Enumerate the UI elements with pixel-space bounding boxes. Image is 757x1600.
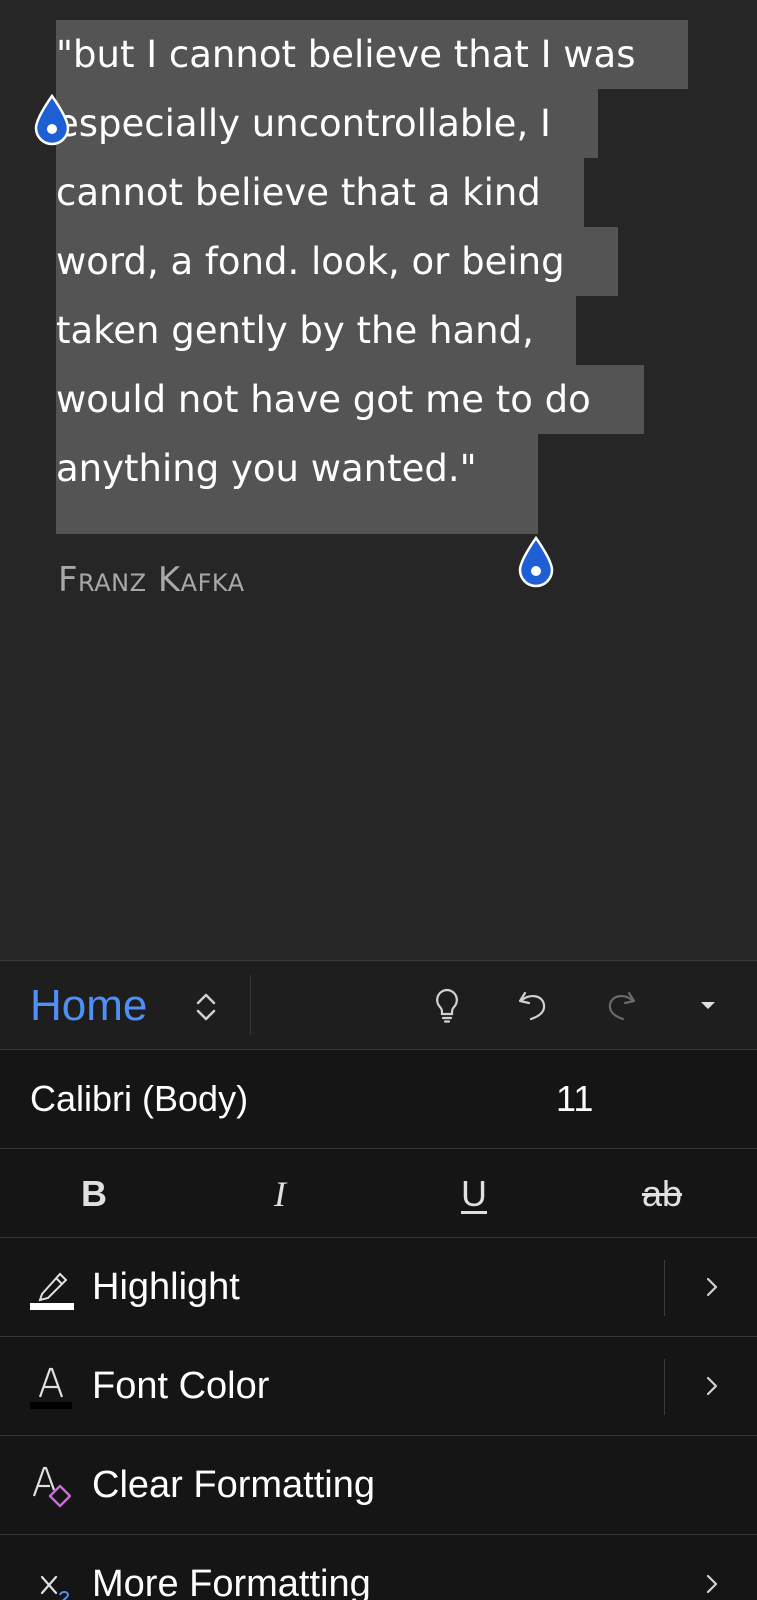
more-formatting-label: More Formatting [92, 1563, 371, 1600]
redo-icon[interactable] [599, 983, 643, 1027]
more-formatting-menu-item[interactable]: More Formatting [0, 1535, 757, 1600]
tab-switcher-chevron-icon[interactable] [188, 987, 224, 1027]
subscript-icon [40, 1575, 70, 1600]
quote-line[interactable]: "but I cannot believe that I was [56, 20, 636, 89]
strikethrough-button[interactable]: ab [632, 1169, 692, 1219]
ribbon-header: Home [0, 960, 757, 1050]
text-style-row: B I U ab [0, 1149, 757, 1238]
header-divider [250, 975, 251, 1035]
quote-line[interactable]: would not have got me to do [56, 365, 591, 434]
chevron-right-icon[interactable] [700, 1272, 724, 1302]
underline-button[interactable]: U [444, 1169, 504, 1219]
menu-divider [664, 1359, 665, 1415]
tab-home[interactable]: Home [30, 981, 147, 1031]
lightbulb-icon[interactable] [425, 983, 469, 1027]
collapse-ribbon-caret-icon[interactable] [686, 983, 730, 1027]
font-color-icon [30, 1367, 72, 1409]
highlight-menu-item[interactable]: Highlight [0, 1238, 757, 1337]
undo-icon[interactable] [511, 983, 555, 1027]
document-canvas[interactable]: "but I cannot believe that I was especia… [0, 0, 757, 960]
selection-start-handle-icon[interactable] [30, 92, 74, 150]
italic-button[interactable]: I [250, 1169, 310, 1219]
quote-line[interactable]: especially uncontrollable, I [56, 89, 551, 158]
formatting-ribbon: Home Calibri (Body) 11 B I U ab Highligh… [0, 960, 757, 1600]
quote-author[interactable]: Franz Kafka [58, 560, 245, 600]
quote-line[interactable]: cannot believe that a kind [56, 158, 541, 227]
chevron-right-icon[interactable] [700, 1569, 724, 1599]
highlighter-icon [30, 1272, 74, 1310]
quote-line[interactable]: taken gently by the hand, [56, 296, 534, 365]
chevron-right-icon[interactable] [700, 1371, 724, 1401]
quote-line[interactable]: word, a fond. look, or being [56, 227, 565, 296]
selection-end-handle-icon[interactable] [514, 534, 558, 592]
font-color-menu-item[interactable]: Font Color [0, 1337, 757, 1436]
clear-formatting-menu-item[interactable]: Clear Formatting [0, 1436, 757, 1535]
highlight-label: Highlight [92, 1266, 240, 1308]
font-picker-row: Calibri (Body) 11 [0, 1050, 757, 1149]
menu-divider [664, 1260, 665, 1316]
clear-formatting-icon [32, 1466, 72, 1508]
bold-button[interactable]: B [64, 1169, 124, 1219]
clear-formatting-label: Clear Formatting [92, 1464, 375, 1506]
quote-line[interactable]: anything you wanted." [56, 434, 477, 503]
font-size-dropdown[interactable]: 11 [556, 1078, 593, 1120]
font-name-dropdown[interactable]: Calibri (Body) [30, 1078, 248, 1120]
font-color-label: Font Color [92, 1365, 270, 1407]
